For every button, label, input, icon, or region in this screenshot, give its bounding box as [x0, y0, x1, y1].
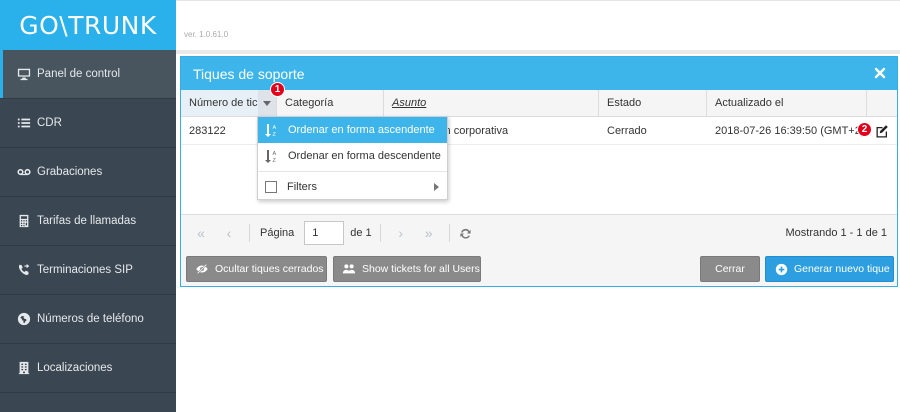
- button-label: Cerrar: [715, 263, 745, 275]
- globe-icon: [17, 312, 31, 326]
- submenu-arrow-icon: [434, 183, 439, 191]
- paging-separator: [379, 224, 381, 242]
- eye-slash-icon: [195, 262, 209, 276]
- sidebar-item-label: Números de teléfono: [37, 313, 144, 325]
- phone-arrows-icon: [17, 263, 31, 277]
- column-header-status[interactable]: Estado: [599, 90, 707, 116]
- sidebar-item-label: Localizaciones: [37, 362, 113, 374]
- new-ticket-button[interactable]: Generar nuevo tique: [765, 256, 894, 282]
- button-label: Ocultar tiques cerrados: [215, 263, 324, 275]
- column-header-label: Número de tic: [189, 97, 258, 109]
- sidebar-item-panel-de-control[interactable]: Panel de control: [0, 50, 176, 99]
- app-logo[interactable]: GO\TRUNK: [19, 11, 157, 40]
- page-count-label: de 1: [350, 227, 372, 239]
- refresh-icon[interactable]: [458, 225, 474, 241]
- sidebar: GO\TRUNK Panel de control CDR Grabacione…: [0, 0, 176, 412]
- column-header-number[interactable]: Número de tic: [181, 90, 277, 116]
- column-header-actions: [867, 90, 897, 116]
- top-bar: ver. 1.0.61.0: [176, 0, 900, 50]
- users-icon: [342, 262, 356, 276]
- sidebar-item-label: Terminaciones SIP: [37, 264, 133, 276]
- menu-item-sort-ascending[interactable]: AZ Ordenar en forma ascendente: [258, 117, 447, 143]
- sidebar-item-terminaciones-sip[interactable]: Terminaciones SIP: [0, 246, 176, 295]
- svg-text:A: A: [273, 125, 277, 131]
- logo-bar: GO\TRUNK: [0, 0, 176, 50]
- menu-item-label: Ordenar en forma ascendente: [288, 124, 435, 136]
- sidebar-item-numeros[interactable]: Números de teléfono: [0, 295, 176, 344]
- voicemail-icon: [17, 165, 31, 179]
- sidebar-item-cdr[interactable]: CDR: [0, 99, 176, 148]
- column-header-label: Actualizado el: [715, 97, 784, 109]
- annotation-badge-2: 2: [857, 122, 872, 137]
- column-header-category[interactable]: Categoría: [277, 90, 384, 116]
- sidebar-item-label: Panel de control: [37, 68, 121, 80]
- sidebar-item-label: Grabaciones: [37, 166, 103, 178]
- building-icon: [17, 361, 31, 375]
- edit-icon[interactable]: [875, 124, 889, 138]
- annotation-badge-1: 1: [270, 82, 285, 97]
- monitor-icon: [17, 67, 31, 81]
- paging-separator: [448, 224, 450, 242]
- window-title: Tiques de soporte: [193, 65, 305, 82]
- sort-descending-icon: AZ: [264, 149, 278, 163]
- menu-item-label: Filters: [287, 181, 317, 193]
- calculator-icon: [17, 214, 31, 228]
- grid-header: Número de tic Categoría Asunto Estado Ac…: [181, 90, 897, 117]
- plus-circle-icon: [774, 262, 788, 276]
- first-page-icon[interactable]: «: [193, 225, 209, 241]
- cell-status: Cerrado: [607, 124, 647, 137]
- menu-item-label: Ordenar en forma descendente: [288, 150, 441, 162]
- sort-ascending-icon: AZ: [264, 123, 278, 137]
- svg-text:A: A: [273, 151, 277, 157]
- paging-separator: [249, 224, 250, 242]
- button-label: Show tickets for all Users: [362, 263, 480, 275]
- menu-item-filters[interactable]: Filters: [258, 174, 447, 200]
- column-header-label: Categoría: [285, 97, 334, 109]
- last-page-icon[interactable]: »: [421, 225, 437, 241]
- window-header[interactable]: Tiques de soporte: [181, 57, 897, 90]
- column-menu: AZ Ordenar en forma ascendente AZ Ordena…: [257, 116, 448, 200]
- sidebar-item-tarifas[interactable]: Tarifas de llamadas: [0, 197, 176, 246]
- close-icon[interactable]: [874, 66, 886, 79]
- column-header-subject[interactable]: Asunto: [384, 90, 599, 116]
- close-button[interactable]: Cerrar: [700, 256, 760, 282]
- column-header-label: Asunto: [392, 97, 427, 109]
- checkbox-icon[interactable]: [265, 181, 277, 193]
- sidebar-item-label: CDR: [37, 117, 62, 129]
- next-page-icon[interactable]: ›: [393, 225, 409, 241]
- svg-text:Z: Z: [273, 158, 277, 163]
- toolbar-divider: [176, 50, 900, 54]
- button-label: Generar nuevo tique: [794, 263, 890, 275]
- previous-page-icon[interactable]: ‹: [221, 225, 237, 241]
- cell-updated: 2018-07-26 16:39:50 (GMT+2): [715, 124, 865, 137]
- menu-item-sort-descending[interactable]: AZ Ordenar en forma descendente: [258, 143, 447, 169]
- version-label: ver. 1.0.61.0: [184, 30, 229, 39]
- paging-toolbar: « ‹ Página 1 de 1 › » Mostrando 1 - 1 de…: [181, 214, 897, 251]
- svg-text:Z: Z: [273, 132, 277, 137]
- column-header-updated[interactable]: Actualizado el: [707, 90, 867, 116]
- list-icon: [17, 116, 31, 130]
- page-number-input[interactable]: 1: [304, 221, 345, 245]
- paging-summary: Mostrando 1 - 1 de 1: [785, 227, 887, 239]
- sidebar-item-localizaciones[interactable]: Localizaciones: [0, 344, 176, 393]
- hide-closed-button[interactable]: Ocultar tiques cerrados: [186, 256, 327, 282]
- sidebar-item-grabaciones[interactable]: Grabaciones: [0, 148, 176, 197]
- bottom-toolbar: Ocultar tiques cerrados Show tickets for…: [181, 251, 897, 286]
- menu-separator: [258, 171, 447, 172]
- sidebar-item-label: Tarifas de llamadas: [37, 215, 137, 227]
- show-all-users-button[interactable]: Show tickets for all Users: [333, 256, 481, 282]
- column-header-label: Estado: [607, 97, 642, 109]
- page-label: Página: [260, 227, 295, 239]
